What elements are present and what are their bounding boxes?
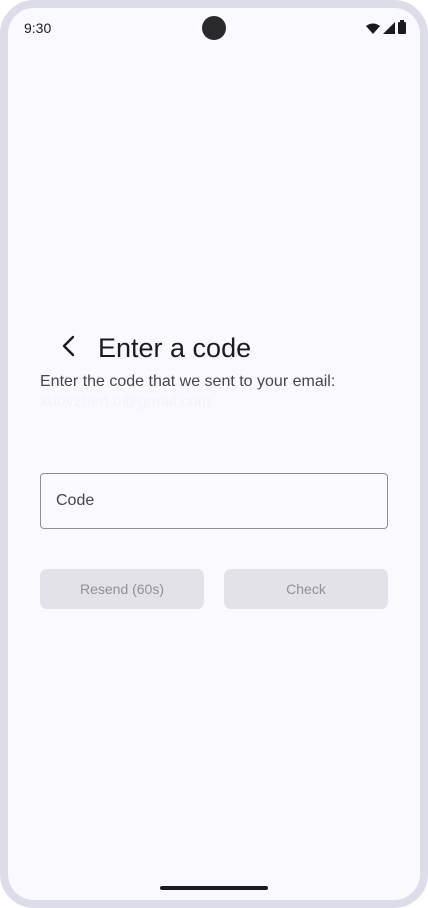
code-field[interactable] — [40, 473, 388, 529]
phone-screen: 9:30 Enter a code Enter the code that we… — [0, 0, 428, 908]
status-icons — [366, 20, 406, 39]
status-time: 9:30 — [24, 20, 52, 36]
battery-icon — [398, 20, 406, 39]
status-bar: 9:30 — [8, 8, 420, 48]
cellular-signal-icon — [383, 21, 395, 39]
check-button[interactable]: Check — [224, 569, 388, 609]
wifi-icon — [366, 21, 380, 39]
chevron-left-icon — [61, 335, 75, 362]
code-input[interactable] — [41, 474, 387, 528]
resend-button[interactable]: Resend (60s) — [40, 569, 204, 609]
front-camera — [202, 16, 226, 40]
instruction-text: Enter the code that we sent to your emai… — [40, 373, 336, 390]
email-address: kuovzhen.o@gmail.com — [40, 393, 211, 410]
back-button[interactable] — [50, 330, 86, 366]
page-title: Enter a code — [98, 333, 252, 363]
home-indicator[interactable] — [160, 886, 268, 890]
